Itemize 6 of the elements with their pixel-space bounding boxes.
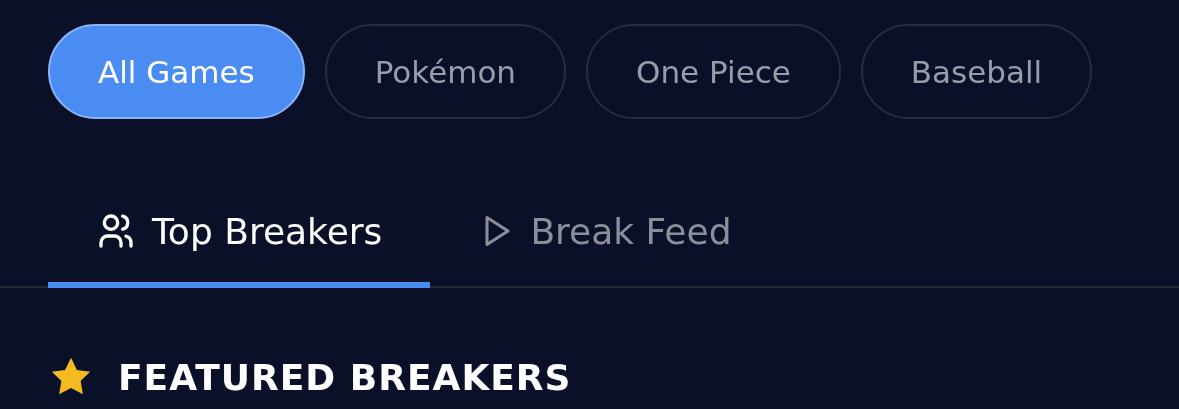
section-title: FEATURED BREAKERS [118,356,572,398]
tab[interactable]: Top Breakers [48,204,431,288]
filter-chip[interactable]: Pokémon [324,24,567,119]
filter-chip[interactable]: One Piece [586,24,841,119]
tab[interactable]: Break Feed [430,204,780,288]
filter-chip[interactable]: Baseball [860,24,1093,119]
